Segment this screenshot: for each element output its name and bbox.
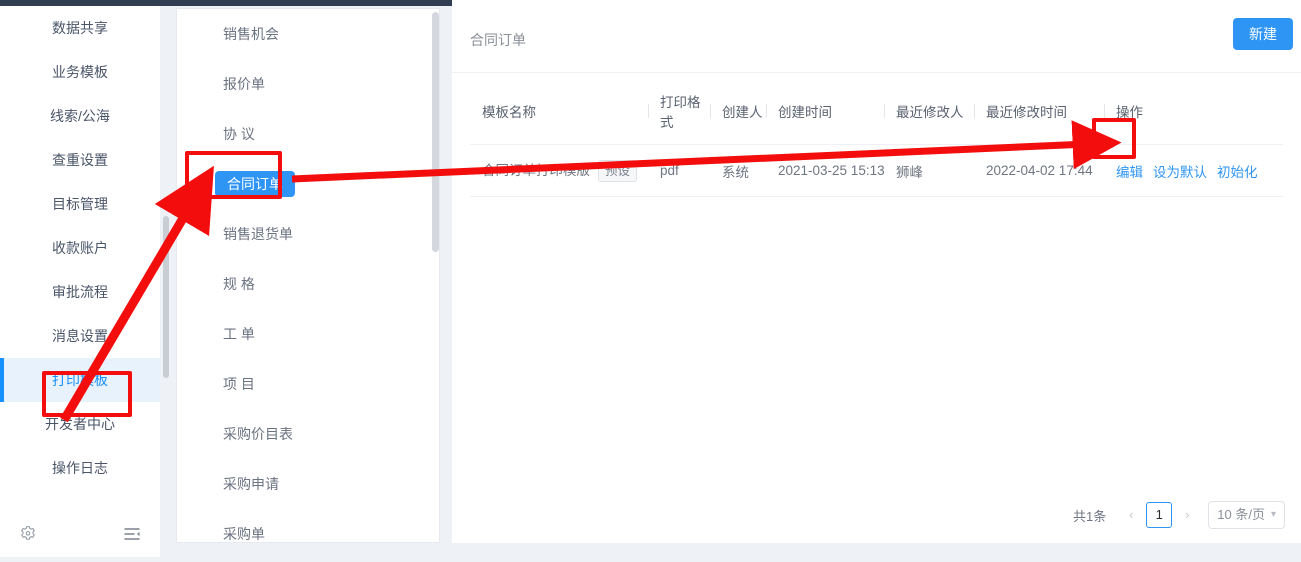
chevron-down-icon: ▾	[1270, 509, 1276, 520]
cell-print-format: pdf	[648, 144, 710, 197]
table-row: 合同订单打印模版 预设 pdf 系统 2021-03-25 15:13 狮峰 2022-04…	[470, 144, 1283, 197]
page-title: 合同订单	[470, 32, 526, 48]
template-type-list-panel[interactable]: 销售机会 报价单协 议合同订单销售退货单规 格工 单项 目采购价目表 采购申请 采购单…	[176, 8, 440, 543]
page-size-label: 10 条/页	[1217, 507, 1265, 522]
template-name-text: 合同订单打印模版	[482, 163, 590, 178]
table-column-header: 创建人	[710, 78, 766, 145]
cell-modifier: 狮峰	[884, 144, 974, 197]
sidebar-item-7[interactable]: 审批流程	[0, 270, 160, 314]
sidebar-item-6[interactable]: 收款账户	[0, 226, 160, 270]
sidebar-item-9[interactable]: 打印模板	[0, 358, 160, 402]
sidebar-item-10[interactable]: 开发者中心	[0, 402, 160, 446]
set-default-link[interactable]: 设为默认	[1153, 165, 1207, 180]
page-size-select[interactable]: 10 条/页 ▾	[1208, 501, 1285, 529]
template-type-item-6[interactable]: 规 格	[177, 259, 439, 309]
table-column-header: 最近修改时间	[974, 78, 1104, 145]
table-header-row: 模板名称 打印格式 创建人 创建时间 最近修改人 最近修改时间 操作	[470, 78, 1283, 145]
new-template-button[interactable]: 新建	[1233, 18, 1293, 50]
table-column-header: 打印格式	[648, 78, 710, 145]
sidebar-nav-list[interactable]: 数据共享 业务模板 线索/公海 查重设置 目标管理 收款账户 审批流程 消息设置 打印模板 开发者…	[0, 6, 160, 511]
template-type-item-9[interactable]: 采购价目表	[177, 409, 439, 459]
template-type-item-11[interactable]: 采购单	[177, 509, 439, 542]
sidebar-footer	[0, 511, 160, 557]
sidebar-item-11[interactable]: 操作日志	[0, 446, 160, 490]
template-type-item-4[interactable]: 合同订单	[177, 159, 439, 209]
cell-actions: 编辑 设为默认 初始化	[1104, 144, 1283, 197]
sidebar-scrollbar-thumb[interactable]	[163, 216, 169, 378]
sidebar-item-8[interactable]: 消息设置	[0, 314, 160, 358]
cell-modified-at: 2022-04-02 17:44	[974, 144, 1104, 197]
main-header: 合同订单 新建	[452, 0, 1301, 73]
sidebar-item-5[interactable]: 目标管理	[0, 182, 160, 226]
sidebar-item-1[interactable]: 数据共享	[0, 6, 160, 50]
chevron-right-icon[interactable]: ›	[1176, 503, 1198, 527]
cell-created-at: 2021-03-25 15:13	[766, 144, 885, 197]
sidebar-item-3[interactable]: 线索/公海	[0, 94, 160, 138]
template-type-item-7[interactable]: 工 单	[177, 309, 439, 359]
table-column-header: 创建时间	[766, 78, 884, 145]
cell-creator: 系统	[710, 144, 766, 197]
table-body: 合同订单打印模版 预设 pdf 系统 2021-03-25 15:13 狮峰 2022-04…	[470, 144, 1283, 197]
pagination: 共1条 ‹ 1 › 10 条/页 ▾	[1073, 501, 1285, 529]
initialize-link[interactable]: 初始化	[1217, 165, 1258, 180]
settings-sidebar: 数据共享 业务模板 线索/公海 查重设置 目标管理 收款账户 审批流程 消息设置 打印模板 开发者…	[0, 6, 169, 557]
table-column-header: 操作	[1104, 78, 1283, 145]
preset-badge: 预设	[598, 160, 638, 182]
table-column-header: 最近修改人	[884, 78, 974, 145]
template-type-item-3[interactable]: 协 议	[177, 109, 439, 159]
pagination-current-page[interactable]: 1	[1146, 502, 1173, 528]
sidebar-item-2[interactable]: 业务模板	[0, 50, 160, 94]
template-type-item-5[interactable]: 销售退货单	[177, 209, 439, 259]
template-type-item-label: 合同订单	[215, 171, 295, 197]
sidebar-item-4[interactable]: 查重设置	[0, 138, 160, 182]
edit-link[interactable]: 编辑	[1116, 165, 1143, 180]
template-list-scrollbar-thumb[interactable]	[432, 12, 439, 252]
template-type-item-8[interactable]: 项 目	[177, 359, 439, 409]
template-type-item-2[interactable]: 报价单	[177, 59, 439, 109]
template-table: 模板名称 打印格式 创建人 创建时间 最近修改人 最近修改时间 操作 合同订单打印模版 预设 p…	[470, 78, 1283, 197]
main-content-panel: 合同订单 新建 模板名称 打印格式 创建人 创建时间 最近修改人 最近修改时间 操作 合同订…	[452, 0, 1301, 543]
table-column-header: 模板名称	[470, 78, 648, 145]
chevron-left-icon[interactable]: ‹	[1120, 503, 1142, 527]
template-type-item-10[interactable]: 采购申请	[177, 459, 439, 509]
pagination-total: 共1条	[1073, 508, 1107, 524]
cell-template-name: 合同订单打印模版 预设	[470, 144, 648, 197]
template-type-item-1[interactable]: 销售机会	[177, 9, 439, 59]
collapse-sidebar-icon[interactable]	[122, 524, 142, 544]
gear-icon[interactable]	[18, 524, 38, 544]
